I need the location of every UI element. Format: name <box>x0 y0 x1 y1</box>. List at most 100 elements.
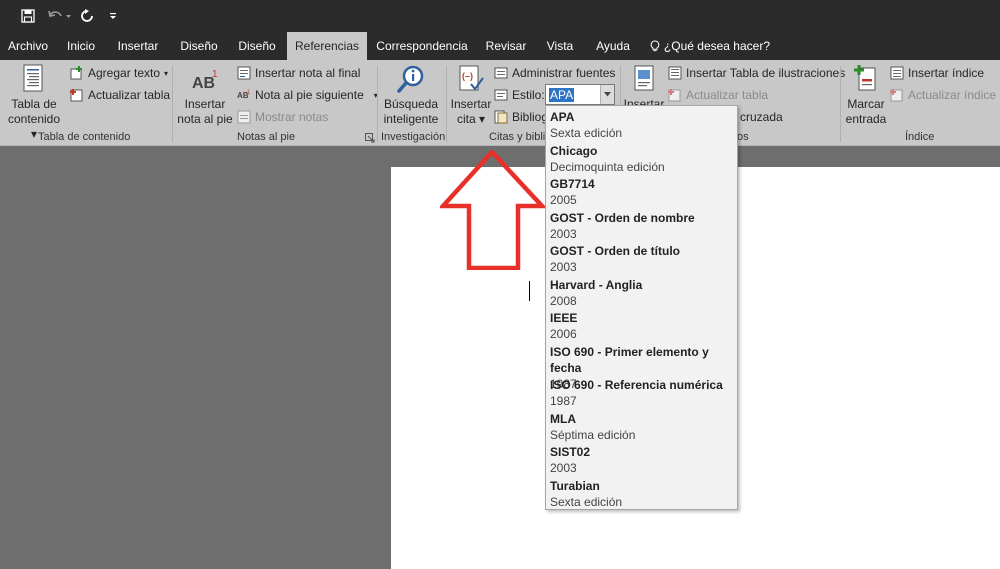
add-text-label: Agregar texto <box>88 66 161 80</box>
tab-correspondencia[interactable]: Correspondencia <box>367 32 477 60</box>
toc-label-line2-text: contenido <box>7 112 61 126</box>
style-label-row: Estilo: <box>494 86 545 104</box>
cross-reference-label: cruzada <box>740 110 783 124</box>
insert-citation-button[interactable]: (–) Insertar cita ▾ <box>449 64 493 127</box>
style-option-edition: 2006 <box>550 327 577 341</box>
tell-me-search[interactable]: ¿Qué desea hacer? <box>650 32 770 60</box>
style-option-name: GOST - Orden de nombre <box>550 210 695 225</box>
insert-caption-icon <box>634 65 654 91</box>
style-option-name: Harvard - Anglia <box>550 277 643 292</box>
tab-revisar[interactable]: Revisar <box>477 32 535 60</box>
cross-reference-button[interactable]: cruzada <box>740 108 783 126</box>
tab-diseno-2[interactable]: Diseño <box>228 32 286 60</box>
style-option[interactable]: Chicago Decimoquinta edición <box>546 142 737 175</box>
style-label: Estilo: <box>512 88 545 102</box>
tab-archivo[interactable]: Archivo <box>0 32 56 60</box>
toc-label-line1: Tabla de <box>11 97 57 111</box>
arrow-up-icon <box>440 150 545 270</box>
insert-endnote-label: Insertar nota al final <box>255 66 361 80</box>
style-option[interactable]: MLA Séptima edición <box>546 410 737 443</box>
style-option[interactable]: GOST - Orden de título 2003 <box>546 242 737 275</box>
update-index-button[interactable]: Actualizar índice <box>890 86 996 104</box>
group-separator <box>840 66 841 142</box>
chevron-down-icon[interactable] <box>600 85 614 104</box>
group-label-citations: Citas y biblio <box>489 131 552 143</box>
insert-footnote-button[interactable]: AB 1 Insertar nota al pie <box>176 64 234 127</box>
style-option-edition: 1987 <box>550 394 577 408</box>
mark-entry-icon <box>854 65 876 91</box>
svg-text:(–): (–) <box>462 71 473 81</box>
style-option-edition: Séptima edición <box>550 427 636 442</box>
style-option-name: Turabian <box>550 478 600 493</box>
insert-index-button[interactable]: Insertar índice <box>890 64 984 82</box>
style-option-edition: 2005 <box>550 193 577 207</box>
manage-sources-icon <box>494 67 508 79</box>
insert-citation-line2: cita ▾ <box>456 112 486 126</box>
style-option[interactable]: Turabian Sexta edición <box>546 477 737 510</box>
tab-inicio[interactable]: Inicio <box>56 32 106 60</box>
update-table-figures-button[interactable]: Actualizar tabla <box>668 86 768 104</box>
style-option-edition: Decimoquinta edición <box>550 159 665 174</box>
insert-citation-line2-text: cita <box>456 112 476 126</box>
add-text-button[interactable]: Agregar texto ▾ <box>70 64 168 82</box>
mark-entry-button[interactable]: Marcar entrada <box>843 64 889 127</box>
style-option-edition: Sexta edición <box>550 494 623 509</box>
style-option[interactable]: ISO 690 - Primer elemento y fecha 1987 <box>546 343 737 391</box>
bibliography-label: Bibliog <box>512 110 549 124</box>
update-table-icon <box>70 89 83 102</box>
insert-index-icon <box>890 66 904 80</box>
ribbon-tabs: Archivo Inicio Insertar Diseño Diseño Re… <box>0 32 1000 60</box>
bibliography-button[interactable]: Bibliog <box>494 108 548 126</box>
tab-diseno[interactable]: Diseño <box>170 32 228 60</box>
tab-referencias[interactable]: Referencias <box>287 32 367 60</box>
style-option[interactable]: GOST - Orden de nombre 2003 <box>546 209 737 242</box>
style-icon <box>494 89 508 101</box>
tab-insertar[interactable]: Insertar <box>106 32 170 60</box>
update-table-figures-label: Actualizar tabla <box>686 88 769 102</box>
redo-icon[interactable] <box>78 6 96 26</box>
undo-icon[interactable] <box>46 6 72 26</box>
show-notes-button[interactable]: Mostrar notas <box>237 108 328 126</box>
smart-lookup-icon <box>397 65 424 93</box>
manage-sources-button[interactable]: Administrar fuentes <box>494 64 615 82</box>
style-option[interactable]: APA Sexta edición <box>546 108 737 141</box>
style-combobox-value[interactable]: APA <box>549 88 575 102</box>
update-table-button[interactable]: Actualizar tabla <box>70 86 170 104</box>
style-option-name: ISO 690 - Primer elemento y fecha <box>550 344 709 375</box>
style-option[interactable]: ISO 690 - Referencia numérica 1987 <box>546 376 737 409</box>
endnote-icon <box>237 66 251 80</box>
group-separator <box>446 66 447 142</box>
style-option-name: SIST02 <box>550 445 591 459</box>
next-footnote-button[interactable]: AB 1 Nota al pie siguiente ▾ <box>237 86 378 104</box>
add-text-icon <box>70 66 82 80</box>
svg-text:1: 1 <box>247 90 251 96</box>
insert-table-of-figures-button[interactable]: Insertar Tabla de ilustraciones <box>668 64 845 82</box>
group-label-captions: os <box>737 131 749 143</box>
tab-vista[interactable]: Vista <box>535 32 585 60</box>
group-label-footnotes: Notas al pie <box>237 131 296 143</box>
insert-citation-icon: (–) <box>459 65 484 91</box>
style-option-edition: 2008 <box>550 293 577 308</box>
style-option[interactable]: GB7714 2005 <box>546 175 737 208</box>
style-option-edition: 2003 <box>550 461 577 475</box>
ribbon: Tabla de contenido ▾ Agregar texto ▾ Act… <box>0 60 1000 146</box>
show-notes-label: Mostrar notas <box>255 110 329 124</box>
update-table-label: Actualizar tabla <box>88 88 171 102</box>
group-label-index: Índice <box>905 131 935 143</box>
smart-lookup-button[interactable]: Búsqueda inteligente <box>381 64 441 127</box>
style-option-edition: Sexta edición <box>550 126 623 140</box>
smart-lookup-line2: inteligente <box>383 112 439 126</box>
tab-ayuda[interactable]: Ayuda <box>585 32 641 60</box>
save-icon[interactable] <box>18 6 38 26</box>
style-option[interactable]: Harvard - Anglia 2008 <box>546 276 737 309</box>
dialog-launcher-icon[interactable] <box>365 133 375 143</box>
style-option-name: GB7714 <box>550 177 595 191</box>
tell-me-label: ¿Qué desea hacer? <box>663 39 770 53</box>
style-combobox[interactable]: APA <box>545 84 615 105</box>
style-option-name: MLA <box>550 411 576 426</box>
customize-icon[interactable] <box>106 6 120 26</box>
style-option[interactable]: SIST02 2003 <box>546 443 737 476</box>
style-option[interactable]: IEEE 2006 <box>546 309 737 342</box>
style-option-name: IEEE <box>550 311 578 325</box>
insert-endnote-button[interactable]: Insertar nota al final <box>237 64 360 82</box>
